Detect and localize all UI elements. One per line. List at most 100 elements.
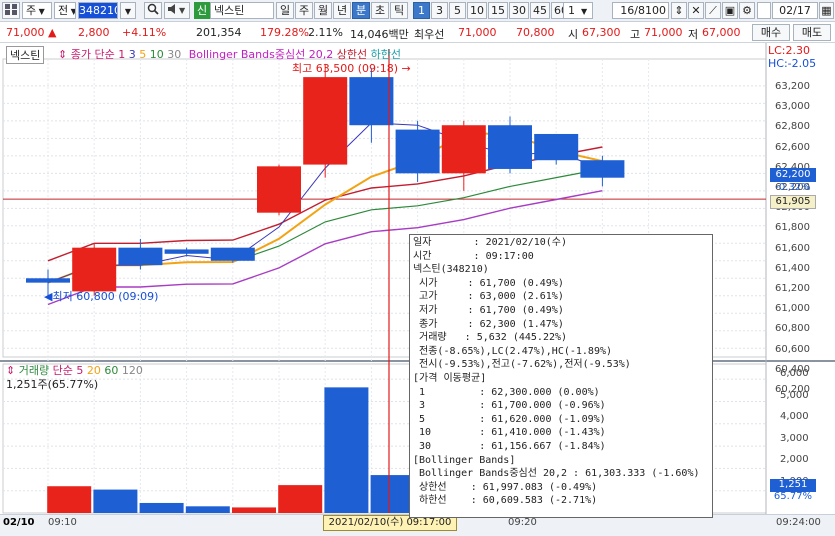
volume-bar: [185, 506, 230, 513]
volume-bar: [278, 485, 323, 513]
sell-button[interactable]: 매도: [793, 24, 831, 41]
minute-button-30[interactable]: 30: [509, 2, 529, 19]
volume-bar: [93, 489, 138, 513]
high-label: 고: [630, 28, 641, 41]
period-button-0[interactable]: 일: [276, 2, 294, 19]
tooltip-line: 시가 : 61,700 (0.49%): [413, 277, 564, 289]
time-axis-date: 02/10: [3, 517, 35, 528]
candle-body: [395, 129, 440, 174]
save-icon[interactable]: ▣: [722, 2, 738, 19]
quote-bar: 71,000 ▲ 2,800 +4.11% 201,354 179.28% 2.…: [0, 22, 835, 43]
period-button-5[interactable]: 초: [371, 2, 389, 19]
volume-axis-label: 6,000: [780, 368, 809, 379]
lc-label: LC:2.30: [768, 44, 811, 57]
calendar-icon[interactable]: ▦: [819, 2, 834, 19]
period-button-2[interactable]: 월: [314, 2, 332, 19]
count-select[interactable]: 1 ▼: [563, 2, 593, 19]
volume-percent: 179.28%: [260, 26, 309, 39]
candle-body: [26, 278, 70, 283]
type-select[interactable]: 전 ▼: [54, 2, 76, 19]
minute-button-5[interactable]: 5: [449, 2, 466, 19]
candle-body: [534, 133, 579, 161]
candle-body: [210, 247, 255, 261]
svg-text:▼: ▼: [179, 6, 186, 15]
candle-body: [441, 125, 486, 174]
period-button-3[interactable]: 년: [333, 2, 351, 19]
price-axis-label: 62,800: [775, 121, 810, 133]
ma5-label: 5: [139, 48, 147, 61]
current-pct-tag: -0.32%: [775, 182, 811, 193]
price-axis-label: 60,600: [775, 343, 810, 355]
current-price: 71,000: [6, 26, 45, 39]
candle-body: [118, 247, 163, 266]
volume-axis-label: 5,000: [780, 389, 809, 401]
mode-value: 주: [26, 4, 37, 17]
code-dropdown[interactable]: ▼: [120, 2, 136, 19]
period-button-4[interactable]: 분: [352, 2, 370, 19]
candle-body: [72, 247, 117, 292]
open-label: 시: [568, 28, 579, 41]
grid-icon[interactable]: [2, 2, 20, 19]
buy-button[interactable]: 매수: [752, 24, 790, 41]
vol-ma60-label: 60: [104, 364, 119, 377]
price-axis-label: 60,800: [775, 323, 810, 335]
high-annotation: 최고 63,500 (09:18) →: [292, 60, 411, 76]
volume-pct-tag: 65.77%: [773, 491, 813, 502]
price-axis-label: 63,200: [775, 81, 810, 92]
ma3-label: 3: [128, 48, 136, 61]
minute-button-3[interactable]: 3: [431, 2, 448, 19]
minute-button-45[interactable]: 45: [530, 2, 550, 19]
search-icon[interactable]: [144, 2, 162, 19]
date-checkbox[interactable]: [757, 2, 771, 19]
chevron-down-icon: ▼: [68, 7, 76, 16]
tooltip-line: 종가 : 62,300 (1.47%): [413, 318, 564, 330]
time-axis-0920: 09:20: [508, 517, 537, 528]
candle-body: [257, 166, 301, 213]
arrows-icon[interactable]: ⇕: [671, 2, 687, 19]
speaker-icon[interactable]: ▼: [164, 2, 190, 19]
volume-axis-label: 4,000: [780, 411, 809, 422]
best-bid: 70,800: [516, 26, 555, 39]
candle-body: [349, 77, 394, 126]
crosshair-icon[interactable]: ✕: [688, 2, 704, 19]
tooltip-line: [Bollinger Bands]: [413, 454, 516, 466]
candle-body: [164, 249, 209, 254]
tooltip-line: 저가 : 61,700 (0.49%): [413, 304, 564, 316]
chevron-down-icon: ▼: [581, 7, 588, 16]
period-button-1[interactable]: 주: [295, 2, 313, 19]
minute-button-15[interactable]: 15: [488, 2, 508, 19]
time-axis-0910: 09:10: [48, 517, 77, 528]
candle-body: [580, 160, 625, 178]
reference-price-tag: 61,905: [770, 195, 816, 209]
stock-code-input[interactable]: 348210: [78, 2, 118, 19]
page-info: 16/8100: [612, 2, 669, 19]
price-axis-label: 63,000: [775, 101, 810, 113]
volume-bar: [370, 475, 415, 513]
up-down-icon: ⇕: [58, 48, 71, 61]
low-price: 67,000: [702, 26, 741, 39]
minute-button-10[interactable]: 10: [467, 2, 487, 19]
stock-name-field[interactable]: 넥스틴: [210, 2, 274, 19]
period-button-6[interactable]: 틱: [390, 2, 408, 19]
up-arrow-icon: ▲: [48, 26, 57, 39]
mode-select[interactable]: 주 ▼: [22, 2, 52, 19]
tooltip-line: 전시(-9.53%),전고(-7.62%),전저(-9.53%): [413, 359, 631, 371]
tooltip-line: 시간 : 09:17:00: [413, 250, 534, 262]
price-change: 2,800: [78, 26, 110, 39]
stock-legend[interactable]: 넥스틴: [6, 46, 45, 64]
tooltip-line: 거래량 : 5,632 (445.22%): [413, 332, 568, 344]
chart-line-icon[interactable]: ⟋: [705, 2, 721, 19]
trade-amount: 14,046백만: [350, 28, 409, 41]
date-field[interactable]: 02/17: [772, 2, 818, 19]
gear-icon[interactable]: ⚙: [739, 2, 755, 19]
credit-badge: 신: [194, 2, 210, 19]
minute-button-1[interactable]: 1: [413, 2, 430, 19]
tooltip-line: 전종(-8.65%),LC(2.47%),HC(-1.89%): [413, 345, 613, 357]
chevron-down-icon: ▼: [36, 7, 45, 16]
high-annotation-text: 최고 63,500 (09:18): [292, 62, 399, 75]
type-value: 전: [58, 4, 69, 17]
vol-ma120-label: 120: [121, 364, 143, 377]
low-annotation: ◀최저 60,800 (09:09): [44, 288, 158, 304]
low-annotation-text: 최저 60,800 (09:09): [52, 290, 159, 303]
tooltip-line: 30 : 61,156.667 (-1.84%): [413, 440, 606, 452]
